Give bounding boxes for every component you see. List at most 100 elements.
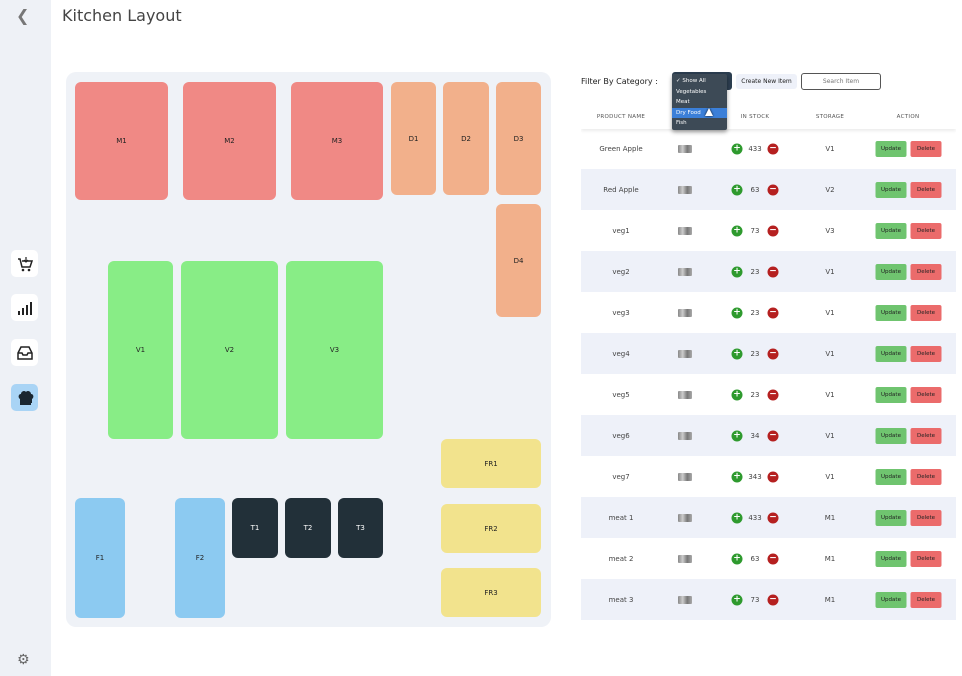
delete-button[interactable]: Delete xyxy=(910,222,942,239)
product-thumbnail xyxy=(678,431,692,440)
option-dry-food[interactable]: Dry Food xyxy=(672,107,727,118)
increment-stock-icon[interactable]: + xyxy=(731,430,743,441)
product-thumbnail xyxy=(678,595,692,604)
search-input[interactable] xyxy=(801,73,881,90)
decrement-stock-icon[interactable]: − xyxy=(767,594,779,605)
zone-d3[interactable]: D3 xyxy=(496,82,541,195)
option-vegetables[interactable]: Vegetables xyxy=(672,87,727,98)
delete-button[interactable]: Delete xyxy=(910,591,942,608)
decrement-stock-icon[interactable]: − xyxy=(767,143,779,154)
update-button[interactable]: Update xyxy=(875,263,907,280)
table-row: veg5 +23− V1 Update Delete xyxy=(581,374,956,415)
option-meat[interactable]: Meat xyxy=(672,97,727,108)
category-dropdown[interactable]: ✓ Show All Vegetables Meat Dry Food Fish xyxy=(672,74,727,130)
update-button[interactable]: Update xyxy=(875,181,907,198)
increment-stock-icon[interactable]: + xyxy=(731,225,743,236)
product-name: Red Apple xyxy=(603,185,639,194)
update-button[interactable]: Update xyxy=(875,345,907,362)
inbox-icon[interactable] xyxy=(11,339,38,366)
decrement-stock-icon[interactable]: − xyxy=(767,184,779,195)
table-row: meat 1 +433− M1 Update Delete xyxy=(581,497,956,538)
product-thumbnail xyxy=(678,554,692,563)
increment-stock-icon[interactable]: + xyxy=(731,389,743,400)
product-name: veg1 xyxy=(612,226,630,235)
product-thumbnail xyxy=(678,226,692,235)
zone-t2[interactable]: T2 xyxy=(285,498,331,558)
create-item-button[interactable]: Create New Item xyxy=(736,74,797,89)
zone-fr2[interactable]: FR2 xyxy=(441,504,541,553)
decrement-stock-icon[interactable]: − xyxy=(767,553,779,564)
zone-m3[interactable]: M3 xyxy=(291,82,383,200)
update-button[interactable]: Update xyxy=(875,386,907,403)
zone-d1[interactable]: D1 xyxy=(391,82,436,195)
product-thumbnail xyxy=(678,185,692,194)
zone-t3[interactable]: T3 xyxy=(338,498,383,558)
storage-location: V1 xyxy=(825,308,835,317)
update-button[interactable]: Update xyxy=(875,591,907,608)
table-row: veg6 +34− V1 Update Delete xyxy=(581,415,956,456)
increment-stock-icon[interactable]: + xyxy=(731,348,743,359)
delete-button[interactable]: Delete xyxy=(910,181,942,198)
delete-button[interactable]: Delete xyxy=(910,263,942,280)
zone-v1[interactable]: V1 xyxy=(108,261,173,439)
decrement-stock-icon[interactable]: − xyxy=(767,471,779,482)
product-thumbnail xyxy=(678,267,692,276)
chef-hat-icon[interactable] xyxy=(11,384,38,411)
zone-m2[interactable]: M2 xyxy=(183,82,276,200)
update-button[interactable]: Update xyxy=(875,550,907,567)
delete-button[interactable]: Delete xyxy=(910,345,942,362)
update-button[interactable]: Update xyxy=(875,140,907,157)
delete-button[interactable]: Delete xyxy=(910,509,942,526)
option-fish[interactable]: Fish xyxy=(672,118,727,129)
zone-fr1[interactable]: FR1 xyxy=(441,439,541,488)
update-button[interactable]: Update xyxy=(875,304,907,321)
delete-button[interactable]: Delete xyxy=(910,427,942,444)
delete-button[interactable]: Delete xyxy=(910,386,942,403)
zone-fr3[interactable]: FR3 xyxy=(441,568,541,617)
decrement-stock-icon[interactable]: − xyxy=(767,307,779,318)
update-button[interactable]: Update xyxy=(875,222,907,239)
storage-location: V2 xyxy=(825,185,835,194)
update-button[interactable]: Update xyxy=(875,509,907,526)
decrement-stock-icon[interactable]: − xyxy=(767,430,779,441)
increment-stock-icon[interactable]: + xyxy=(731,553,743,564)
zone-f1[interactable]: F1 xyxy=(75,498,125,618)
update-button[interactable]: Update xyxy=(875,427,907,444)
decrement-stock-icon[interactable]: − xyxy=(767,266,779,277)
increment-stock-icon[interactable]: + xyxy=(731,471,743,482)
table-row: veg3 +23− V1 Update Delete xyxy=(581,292,956,333)
zone-v2[interactable]: V2 xyxy=(181,261,278,439)
back-icon[interactable]: ❮ xyxy=(16,8,29,24)
zone-d4[interactable]: D4 xyxy=(496,204,541,317)
decrement-stock-icon[interactable]: − xyxy=(767,348,779,359)
zone-m1[interactable]: M1 xyxy=(75,82,168,200)
product-name: veg7 xyxy=(612,472,630,481)
increment-stock-icon[interactable]: + xyxy=(731,594,743,605)
zone-v3[interactable]: V3 xyxy=(286,261,383,439)
increment-stock-icon[interactable]: + xyxy=(731,307,743,318)
increment-stock-icon[interactable]: + xyxy=(731,184,743,195)
zone-d2[interactable]: D2 xyxy=(443,82,489,195)
increment-stock-icon[interactable]: + xyxy=(731,512,743,523)
delete-button[interactable]: Delete xyxy=(910,304,942,321)
zone-f2[interactable]: F2 xyxy=(175,498,225,618)
decrement-stock-icon[interactable]: − xyxy=(767,512,779,523)
delete-button[interactable]: Delete xyxy=(910,550,942,567)
zone-label: D4 xyxy=(513,256,524,265)
zone-t1[interactable]: T1 xyxy=(232,498,278,558)
update-button[interactable]: Update xyxy=(875,468,907,485)
product-name: veg6 xyxy=(612,431,630,440)
chart-icon[interactable] xyxy=(11,294,38,321)
increment-stock-icon[interactable]: + xyxy=(731,266,743,277)
stock-count: 23 xyxy=(750,267,760,276)
gear-icon[interactable]: ⚙ xyxy=(17,653,30,667)
increment-stock-icon[interactable]: + xyxy=(731,143,743,154)
product-thumbnail xyxy=(678,513,692,522)
decrement-stock-icon[interactable]: − xyxy=(767,389,779,400)
delete-button[interactable]: Delete xyxy=(910,140,942,157)
table-row: veg2 +23− V1 Update Delete xyxy=(581,251,956,292)
decrement-stock-icon[interactable]: − xyxy=(767,225,779,236)
option-show-all[interactable]: ✓ Show All xyxy=(672,76,727,87)
delete-button[interactable]: Delete xyxy=(910,468,942,485)
cart-icon[interactable] xyxy=(11,250,38,277)
